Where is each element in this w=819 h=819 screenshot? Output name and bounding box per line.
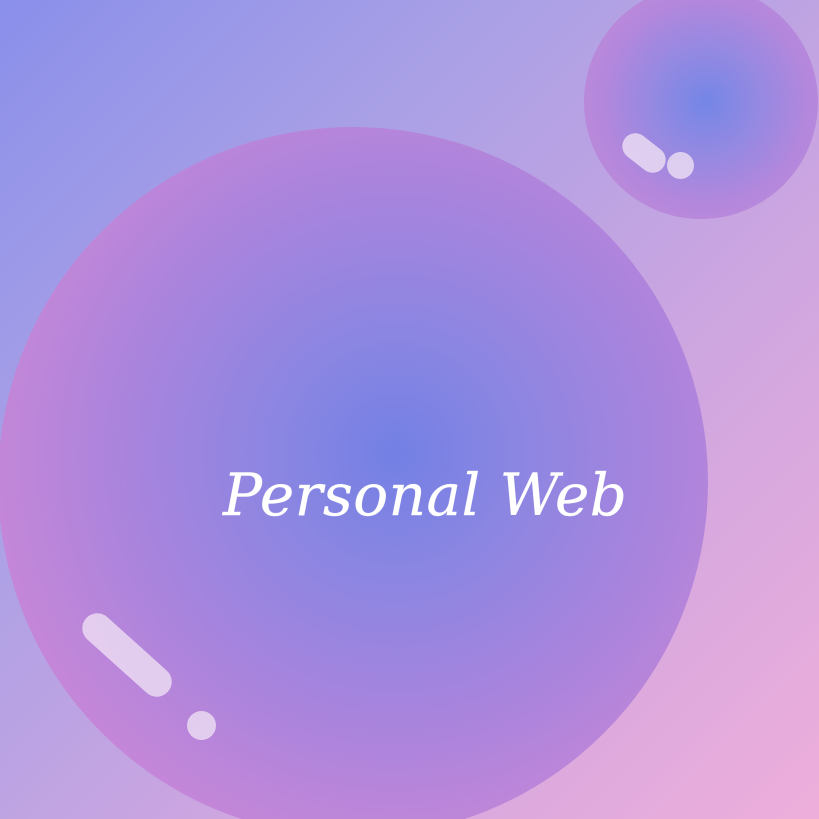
- title-text: Personal Web: [223, 461, 628, 529]
- large-bubble-highlight-dot: [187, 711, 216, 740]
- poster-canvas: Personal Web: [0, 0, 819, 819]
- small-bubble-highlight-dot: [667, 152, 694, 179]
- small-bubble: [584, 0, 818, 219]
